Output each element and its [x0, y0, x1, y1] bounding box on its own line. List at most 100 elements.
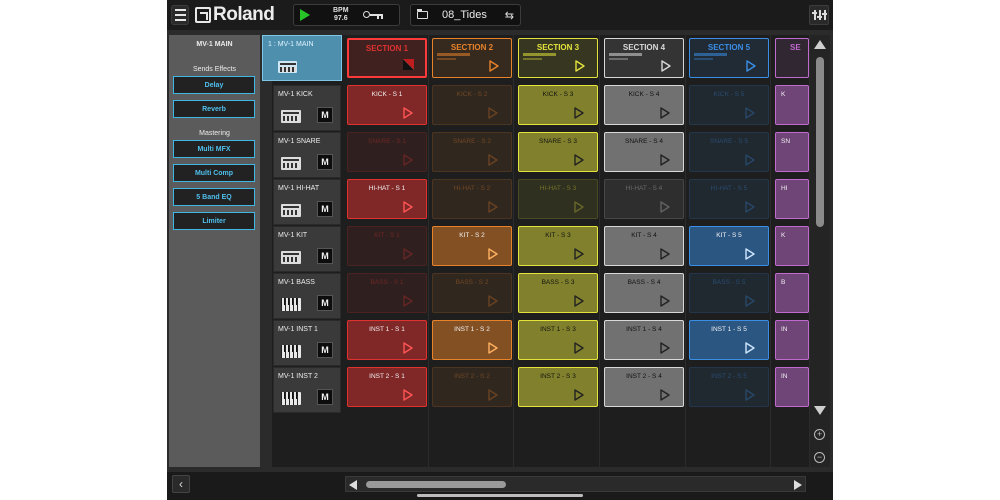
- mute-button[interactable]: M: [317, 154, 333, 170]
- clip-cell[interactable]: SNARE - S 1: [347, 132, 427, 172]
- play-clip-icon[interactable]: [403, 107, 413, 119]
- clip-cell[interactable]: INST 2 - S 2: [432, 367, 512, 407]
- drum-machine-icon[interactable]: [281, 110, 301, 123]
- clip-cell[interactable]: K: [775, 226, 809, 266]
- play-clip-icon[interactable]: [488, 295, 498, 307]
- clip-cell[interactable]: IN: [775, 320, 809, 360]
- play-clip-icon[interactable]: [660, 201, 670, 213]
- mute-button[interactable]: M: [317, 295, 333, 311]
- clip-cell[interactable]: INST 2 - S 3: [518, 367, 598, 407]
- play-clip-icon[interactable]: [745, 154, 755, 166]
- play-section-icon[interactable]: [661, 60, 671, 72]
- clip-cell[interactable]: SN: [775, 132, 809, 172]
- play-clip-icon[interactable]: [488, 342, 498, 354]
- play-clip-icon[interactable]: [403, 248, 413, 260]
- track-row[interactable]: MV-1 BASS M: [273, 273, 341, 319]
- play-clip-icon[interactable]: [403, 295, 413, 307]
- clip-cell[interactable]: HI: [775, 179, 809, 219]
- clip-cell[interactable]: INST 1 - S 5: [689, 320, 769, 360]
- track-row[interactable]: MV-1 KIT M: [273, 226, 341, 272]
- play-clip-icon[interactable]: [745, 248, 755, 260]
- play-clip-icon[interactable]: [574, 389, 584, 401]
- clip-cell[interactable]: KICK - S 5: [689, 85, 769, 125]
- clip-cell[interactable]: B: [775, 273, 809, 313]
- play-clip-icon[interactable]: [660, 248, 670, 260]
- play-clip-icon[interactable]: [574, 295, 584, 307]
- mute-button[interactable]: M: [317, 389, 333, 405]
- clip-cell[interactable]: K: [775, 85, 809, 125]
- play-clip-icon[interactable]: [660, 295, 670, 307]
- clip-cell[interactable]: INST 1 - S 1: [347, 320, 427, 360]
- hamburger-menu-icon[interactable]: [171, 5, 189, 25]
- play-clip-icon[interactable]: [745, 342, 755, 354]
- play-clip-icon[interactable]: [745, 201, 755, 213]
- delay-button[interactable]: Delay: [173, 76, 255, 94]
- clip-cell[interactable]: KICK - S 2: [432, 85, 512, 125]
- play-section-icon[interactable]: [489, 60, 499, 72]
- track-row[interactable]: MV-1 HI-HAT M: [273, 179, 341, 225]
- section-header[interactable]: SECTION 1: [347, 38, 427, 78]
- play-clip-icon[interactable]: [488, 248, 498, 260]
- five-band-eq-button[interactable]: 5 Band EQ: [173, 188, 255, 206]
- section-header[interactable]: SE: [775, 38, 809, 78]
- clip-cell[interactable]: SNARE - S 2: [432, 132, 512, 172]
- clip-cell[interactable]: KICK - S 4: [604, 85, 684, 125]
- clip-cell[interactable]: KIT - S 4: [604, 226, 684, 266]
- play-clip-icon[interactable]: [488, 389, 498, 401]
- multi-mfx-button[interactable]: Multi MFX: [173, 140, 255, 158]
- mute-button[interactable]: M: [317, 248, 333, 264]
- drum-machine-icon[interactable]: [281, 157, 301, 170]
- vertical-scroll-thumb[interactable]: [816, 57, 824, 227]
- play-clip-icon[interactable]: [574, 342, 584, 354]
- scroll-up-arrow-icon[interactable]: [814, 40, 826, 49]
- clip-cell[interactable]: INST 2 - S 5: [689, 367, 769, 407]
- mute-button[interactable]: M: [317, 201, 333, 217]
- horizontal-scroll-thumb[interactable]: [366, 481, 506, 488]
- clip-cell[interactable]: INST 1 - S 2: [432, 320, 512, 360]
- section-header[interactable]: SECTION 4: [604, 38, 684, 78]
- mute-button[interactable]: M: [317, 342, 333, 358]
- keyboard-icon[interactable]: [281, 298, 301, 311]
- keyboard-icon[interactable]: [281, 392, 301, 405]
- clip-cell[interactable]: SNARE - S 4: [604, 132, 684, 172]
- multi-comp-button[interactable]: Multi Comp: [173, 164, 255, 182]
- play-clip-icon[interactable]: [745, 107, 755, 119]
- clip-cell[interactable]: BASS - S 1: [347, 273, 427, 313]
- play-clip-icon[interactable]: [488, 201, 498, 213]
- clip-cell[interactable]: KIT - S 1: [347, 226, 427, 266]
- back-chevron-icon[interactable]: ‹: [172, 475, 190, 493]
- track-row[interactable]: MV-1 SNARE M: [273, 132, 341, 178]
- track-row[interactable]: MV-1 INST 2 M: [273, 367, 341, 413]
- track-row[interactable]: MV-1 KICK M: [273, 85, 341, 131]
- vertical-scrollbar[interactable]: + −: [810, 35, 830, 467]
- play-clip-icon[interactable]: [574, 248, 584, 260]
- play-icon[interactable]: [300, 9, 310, 21]
- clip-cell[interactable]: HI-HAT - S 1: [347, 179, 427, 219]
- reverb-button[interactable]: Reverb: [173, 100, 255, 118]
- play-clip-icon[interactable]: [403, 342, 413, 354]
- clip-cell[interactable]: INST 1 - S 3: [518, 320, 598, 360]
- play-clip-icon[interactable]: [660, 154, 670, 166]
- clip-cell[interactable]: BASS - S 4: [604, 273, 684, 313]
- clip-cell[interactable]: KIT - S 3: [518, 226, 598, 266]
- key-icon[interactable]: [362, 10, 385, 20]
- zoom-out-icon[interactable]: −: [814, 452, 825, 463]
- play-clip-icon[interactable]: [745, 295, 755, 307]
- play-clip-icon[interactable]: [660, 342, 670, 354]
- play-clip-icon[interactable]: [574, 201, 584, 213]
- clip-cell[interactable]: IN: [775, 367, 809, 407]
- play-clip-icon[interactable]: [660, 107, 670, 119]
- scroll-left-arrow-icon[interactable]: [349, 480, 357, 490]
- horizontal-scrollbar[interactable]: [345, 476, 806, 492]
- clip-cell[interactable]: BASS - S 5: [689, 273, 769, 313]
- play-clip-icon[interactable]: [403, 201, 413, 213]
- clip-cell[interactable]: BASS - S 2: [432, 273, 512, 313]
- mute-button[interactable]: M: [317, 107, 333, 123]
- clip-cell[interactable]: SNARE - S 5: [689, 132, 769, 172]
- track-row[interactable]: MV-1 INST 1 M: [273, 320, 341, 366]
- clip-cell[interactable]: INST 2 - S 1: [347, 367, 427, 407]
- play-clip-icon[interactable]: [574, 107, 584, 119]
- clip-cell[interactable]: KICK - S 3: [518, 85, 598, 125]
- folder-icon[interactable]: [417, 9, 428, 19]
- clip-cell[interactable]: KICK - S 1: [347, 85, 427, 125]
